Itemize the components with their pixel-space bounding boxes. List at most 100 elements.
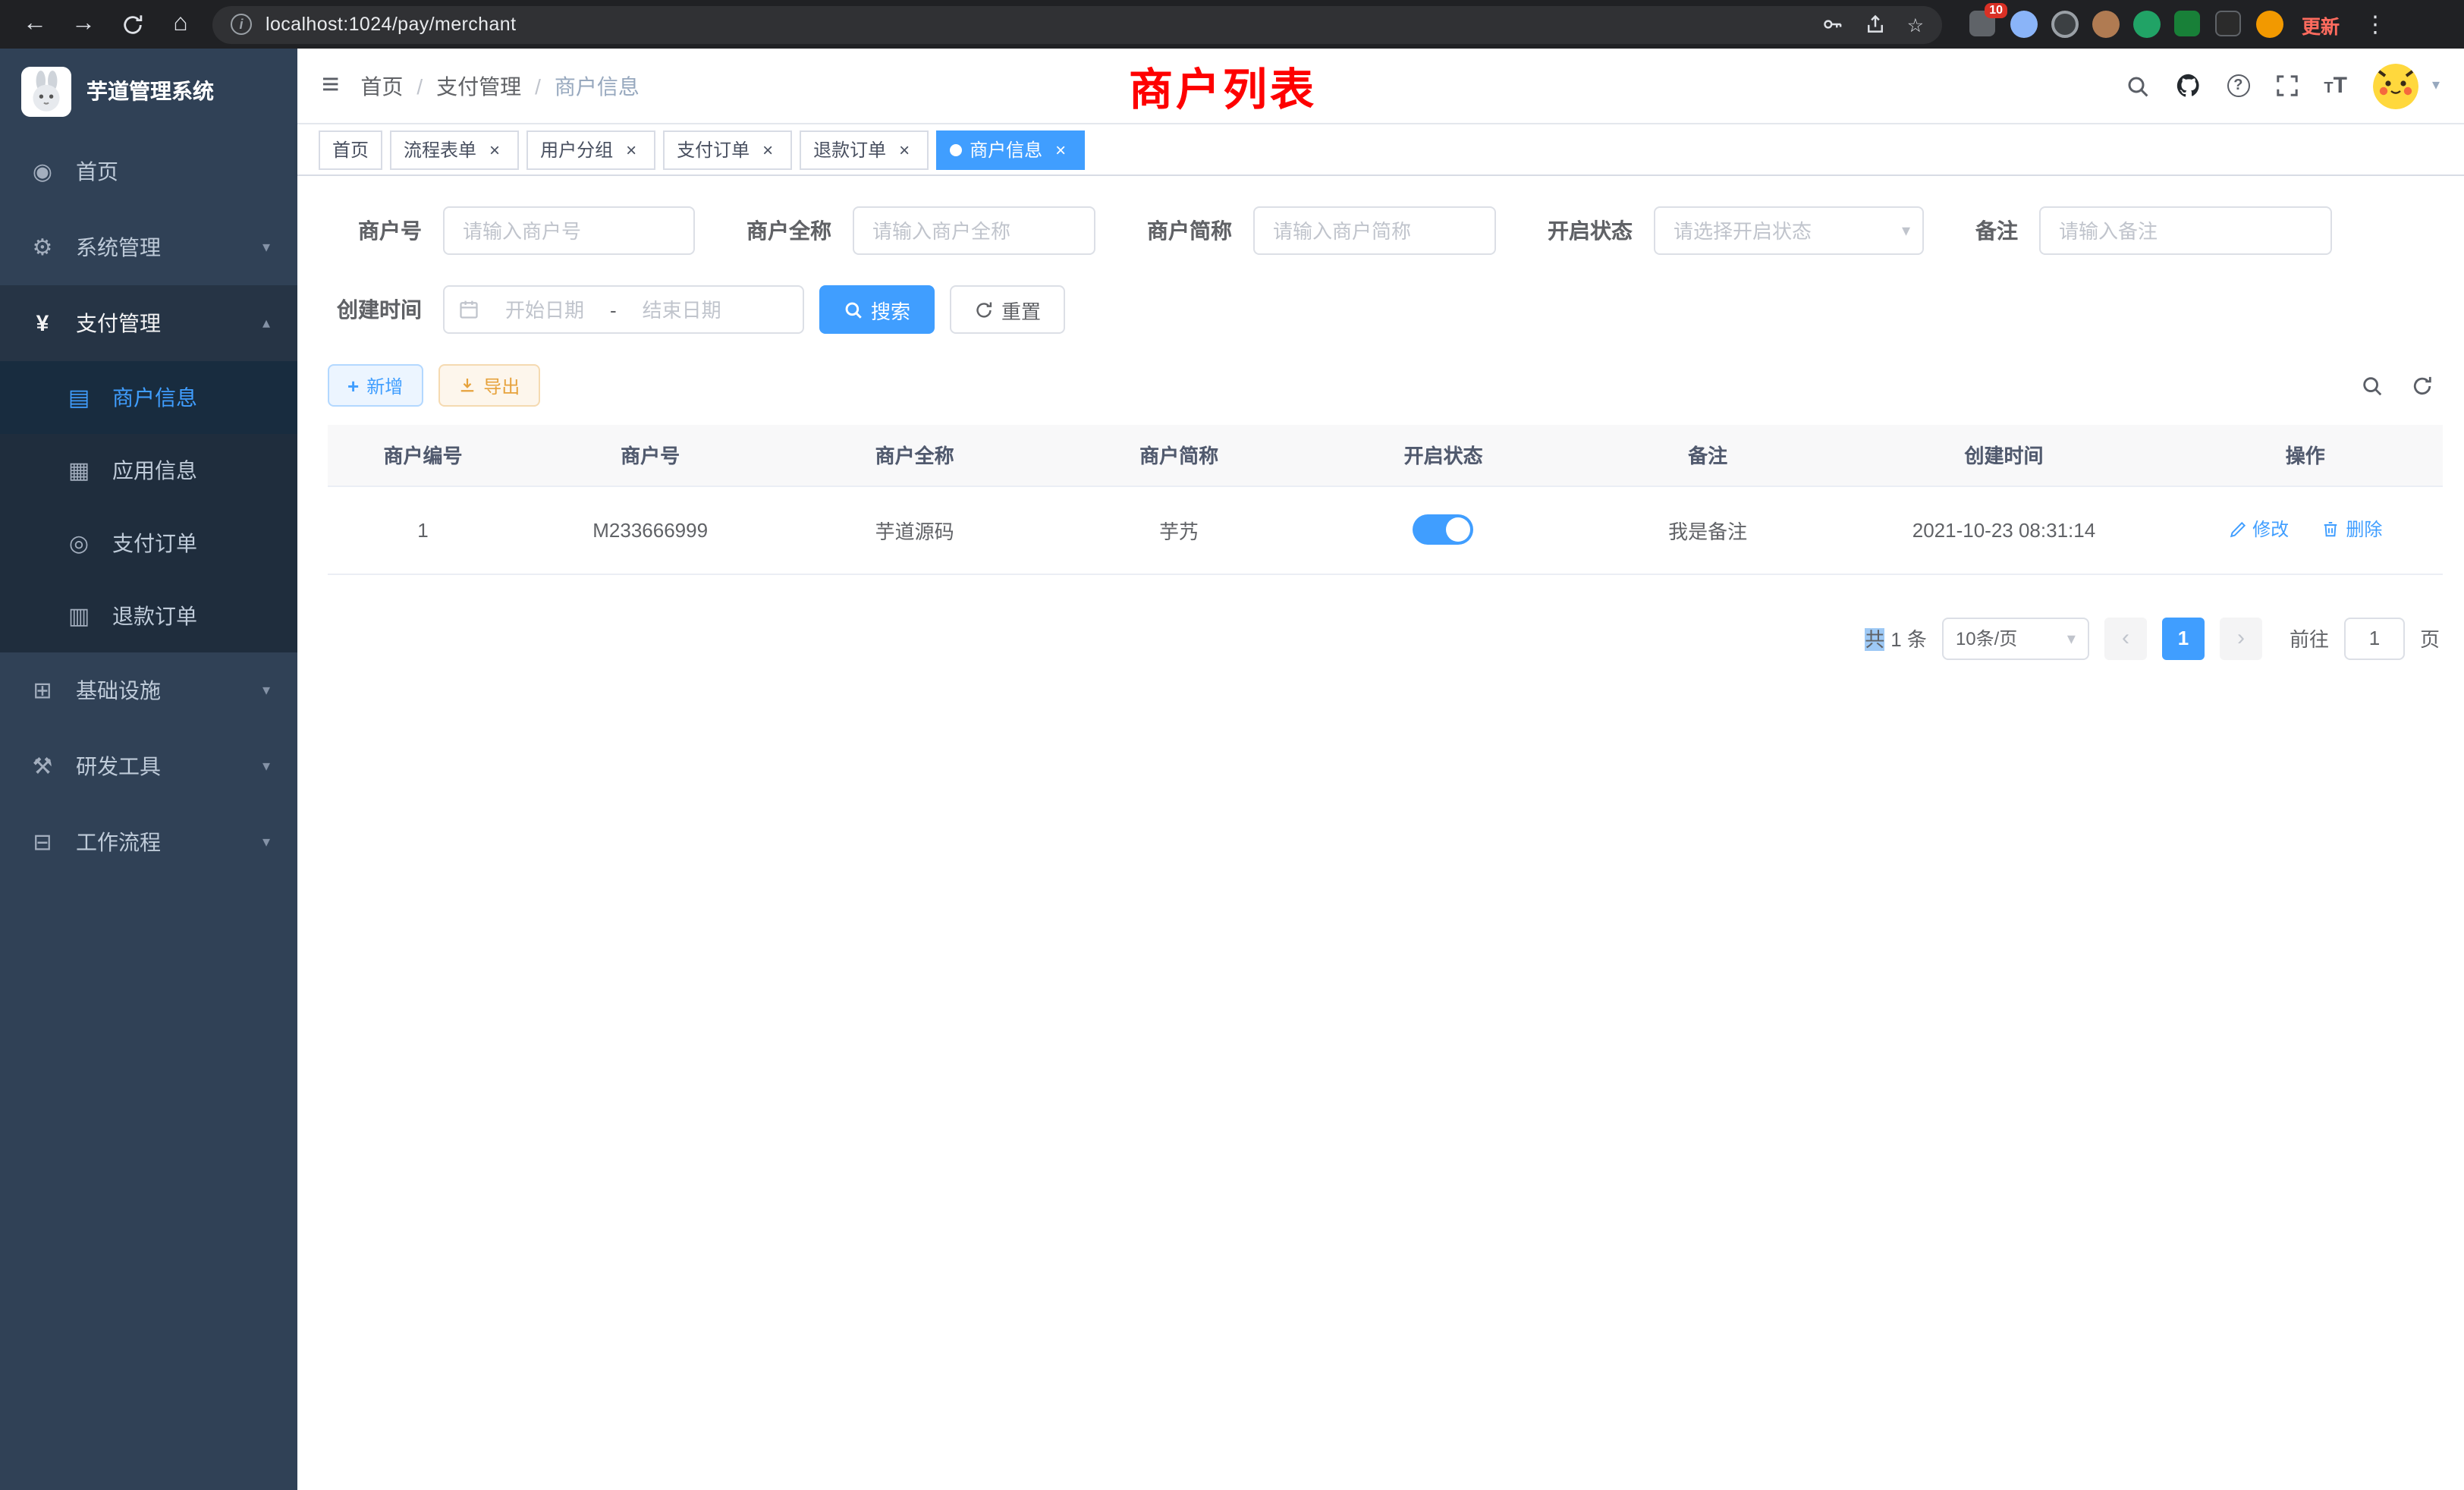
sidebar-subitem-refund-order[interactable]: ▥ 退款订单	[0, 580, 297, 652]
screen: ← → ⌂ ?i localhost:1024/pay/merchant ☆ 1…	[0, 0, 2464, 1490]
site-info-icon[interactable]: ?i	[231, 14, 252, 35]
cell-merchant-no: M233666999	[518, 486, 783, 574]
trash-icon	[2321, 520, 2340, 539]
goto-page-input[interactable]	[2344, 617, 2405, 659]
pagination-total: 共1 条	[1865, 624, 1927, 652]
tags-view-bar: 首页 流程表单 × 用户分组 × 支付订单 × 退款订单 ×	[297, 124, 2464, 176]
reset-button[interactable]: 重置	[950, 285, 1065, 334]
sidebar-item-infrastructure[interactable]: ⊞ 基础设施 ▾	[0, 652, 297, 728]
prev-page-button[interactable]: ‹	[2104, 617, 2147, 659]
browser-update-button[interactable]: 更新	[2286, 10, 2355, 39]
start-date-input[interactable]	[486, 298, 604, 321]
tab-payment-order[interactable]: 支付订单 ×	[663, 130, 792, 169]
grid-icon: ▦	[64, 457, 94, 484]
breadcrumb-item-payment[interactable]: 支付管理	[436, 71, 521, 101]
extension-icon[interactable]: 10	[1969, 11, 1997, 38]
extension-icon[interactable]	[2215, 11, 2242, 38]
share-icon[interactable]	[1865, 14, 1886, 35]
browser-forward-button[interactable]: →	[61, 3, 106, 46]
address-bar[interactable]: ?i localhost:1024/pay/merchant ☆	[212, 5, 1942, 43]
merchant-no-input[interactable]	[443, 206, 695, 255]
page-1-button[interactable]: 1	[2162, 617, 2205, 659]
font-size-icon[interactable]: TT	[2324, 73, 2347, 99]
close-icon[interactable]: ×	[621, 139, 642, 160]
chevron-down-icon[interactable]: ▾	[2432, 77, 2440, 94]
tab-process-form[interactable]: 流程表单 ×	[390, 130, 519, 169]
table-header-row: 商户编号 商户号 商户全称 商户简称 开启状态 备注 创建时间 操作	[328, 425, 2443, 486]
browser-menu-icon[interactable]: ⋮	[2358, 11, 2393, 38]
extensions-area: 10	[1969, 11, 2283, 38]
dashboard-icon: ◉	[27, 158, 58, 185]
remark-input[interactable]	[2039, 206, 2332, 255]
bookmark-star-icon[interactable]: ☆	[1907, 13, 1924, 36]
create-time-range-picker[interactable]: -	[443, 285, 804, 334]
col-full-name: 商户全称	[782, 425, 1047, 486]
extension-icon[interactable]	[2133, 11, 2161, 38]
browser-reload-button[interactable]	[109, 3, 155, 46]
profile-avatar-icon[interactable]	[2256, 11, 2283, 38]
tab-merchant-info[interactable]: 商户信息 ×	[936, 130, 1085, 169]
merchant-no-label: 商户号	[328, 215, 422, 246]
delete-link[interactable]: 删除	[2321, 517, 2382, 542]
cell-short-name: 芋艿	[1047, 486, 1312, 574]
monitor-icon: ⊞	[27, 677, 58, 704]
close-icon[interactable]: ×	[757, 139, 778, 160]
extension-icon[interactable]	[2010, 11, 2038, 38]
chevron-down-icon: ▾	[262, 758, 270, 775]
status-toggle[interactable]	[1413, 514, 1474, 545]
search-icon[interactable]	[2125, 74, 2149, 98]
export-button[interactable]: 导出	[438, 364, 539, 407]
close-icon[interactable]: ×	[484, 139, 505, 160]
sidebar-item-system[interactable]: ⚙ 系统管理 ▾	[0, 209, 297, 285]
tab-home[interactable]: 首页	[319, 130, 382, 169]
refresh-icon	[974, 300, 994, 319]
short-name-input[interactable]	[1253, 206, 1496, 255]
navbar: ≡ 首页 / 支付管理 / 商户信息 ?	[297, 49, 2464, 124]
search-button[interactable]: 搜索	[819, 285, 935, 334]
refresh-table-icon[interactable]	[2411, 374, 2434, 397]
status-select[interactable]	[1654, 206, 1924, 255]
full-name-input[interactable]	[853, 206, 1095, 255]
app-logo[interactable]: 芋道管理系统	[0, 49, 297, 134]
sidebar-subitem-app-info[interactable]: ▦ 应用信息	[0, 434, 297, 507]
pagination: 共1 条 ▾ ‹ 1 › 前往 页	[328, 617, 2443, 659]
sidebar-item-label: 应用信息	[112, 455, 197, 486]
browser-home-button[interactable]: ⌂	[158, 3, 203, 46]
page-size-select[interactable]	[1942, 617, 2089, 659]
end-date-input[interactable]	[623, 298, 741, 321]
toggle-search-icon[interactable]	[2361, 374, 2384, 397]
extension-icon[interactable]	[2174, 11, 2202, 38]
sidebar-item-label: 支付订单	[112, 528, 197, 558]
edit-link[interactable]: 修改	[2228, 517, 2289, 542]
col-remark: 备注	[1576, 425, 1840, 486]
extension-icon[interactable]	[2051, 11, 2079, 38]
sidebar-item-label: 基础设施	[76, 675, 161, 706]
col-merchant-id: 商户编号	[328, 425, 518, 486]
breadcrumb-separator: /	[535, 74, 541, 98]
tab-refund-order[interactable]: 退款订单 ×	[800, 130, 929, 169]
url-text[interactable]: localhost:1024/pay/merchant	[266, 14, 1822, 35]
extension-icon[interactable]	[2092, 11, 2120, 38]
password-key-icon[interactable]	[1822, 14, 1843, 35]
chevron-down-icon: ▾	[262, 682, 270, 699]
user-avatar[interactable]	[2373, 63, 2418, 108]
sidebar-item-workflow[interactable]: ⊟ 工作流程 ▾	[0, 804, 297, 880]
help-icon[interactable]: ?	[2227, 74, 2249, 97]
next-page-button[interactable]: ›	[2220, 617, 2262, 659]
tab-user-group[interactable]: 用户分组 ×	[526, 130, 655, 169]
hamburger-icon[interactable]: ≡	[322, 68, 339, 103]
table-row: 1 M233666999 芋道源码 芋艿 我是备注 2021-10-23 08:…	[328, 486, 2443, 574]
sidebar-item-payment[interactable]: ¥ 支付管理 ▴	[0, 285, 297, 361]
breadcrumb-item-merchant-info: 商户信息	[555, 71, 640, 101]
sidebar-subitem-payment-order[interactable]: ◎ 支付订单	[0, 507, 297, 580]
sidebar-item-home[interactable]: ◉ 首页	[0, 134, 297, 209]
sidebar-subitem-merchant-info[interactable]: ▤ 商户信息	[0, 361, 297, 434]
add-button[interactable]: + 新增	[328, 364, 423, 407]
github-icon[interactable]	[2175, 73, 2201, 99]
fullscreen-icon[interactable]	[2275, 74, 2298, 97]
browser-back-button[interactable]: ←	[12, 3, 58, 46]
close-icon[interactable]: ×	[1050, 139, 1071, 160]
close-icon[interactable]: ×	[894, 139, 915, 160]
sidebar-item-devtools[interactable]: ⚒ 研发工具 ▾	[0, 728, 297, 804]
breadcrumb-item-home[interactable]: 首页	[360, 71, 403, 101]
